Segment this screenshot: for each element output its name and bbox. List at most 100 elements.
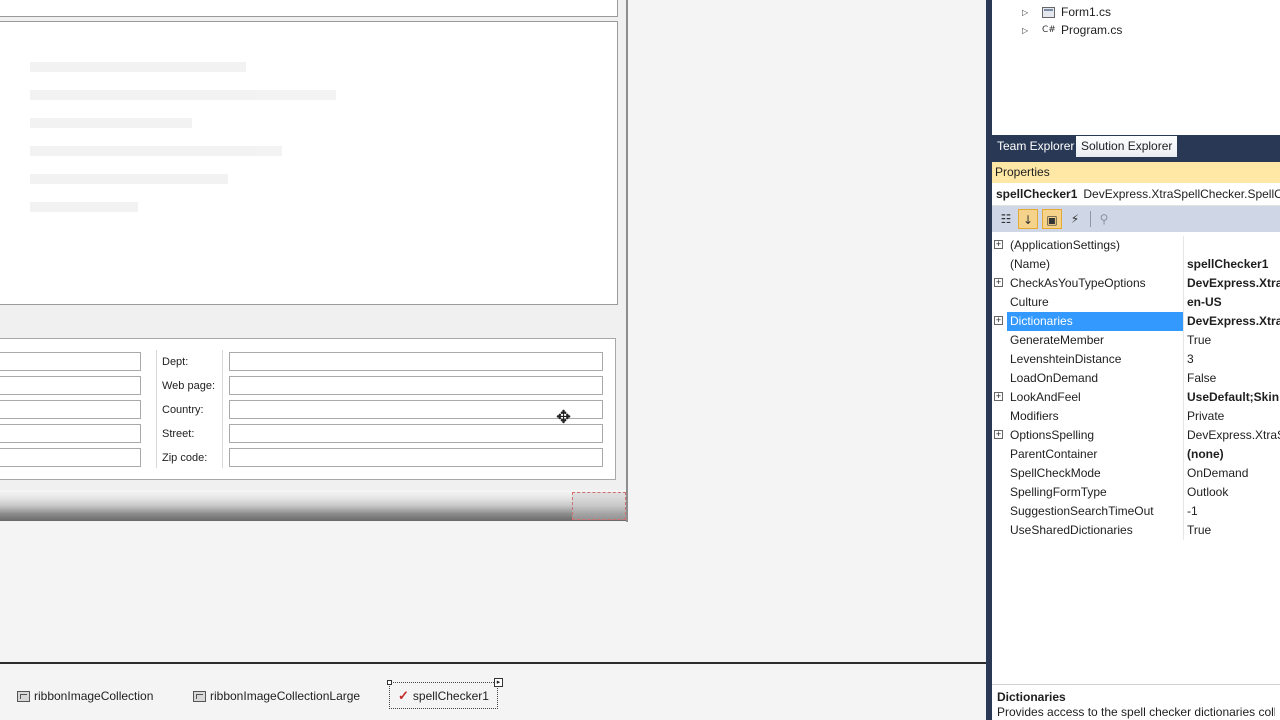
property-name: ParentContainer — [1010, 447, 1098, 461]
form-preview[interactable]: Dept: Web page: Country: Street: Zip cod… — [0, 0, 628, 522]
spell-checker-icon: ✓ — [398, 687, 409, 703]
property-row[interactable]: LoadOnDemand False — [992, 369, 1280, 388]
tab-team-explorer[interactable]: Team Explorer — [992, 136, 1079, 157]
property-name: GenerateMember — [1010, 333, 1105, 347]
property-value[interactable]: DevExpress.XtraSpellChecker — [1187, 312, 1280, 331]
street-input[interactable] — [229, 424, 603, 443]
property-name: UseSharedDictionaries — [1010, 523, 1133, 537]
property-value[interactable]: (none) — [1187, 445, 1280, 464]
property-name: LookAndFeel — [1010, 390, 1081, 404]
zip-code-input[interactable] — [229, 448, 603, 467]
property-row[interactable]: + OptionsSpelling DevExpress.XtraSpellChec… — [992, 426, 1280, 445]
expand-plus-icon[interactable]: + — [994, 392, 1003, 401]
solution-explorer-tree[interactable]: ▷ Form1.cs ▷ C# Program.cs — [992, 0, 1280, 135]
property-row[interactable]: + CheckAsYouTypeOptions DevExpress.XtraSpe… — [992, 274, 1280, 293]
property-row[interactable]: LevenshteinDistance 3 — [992, 350, 1280, 369]
dept-label: Dept: — [162, 356, 189, 368]
property-value[interactable]: en-US — [1187, 293, 1280, 312]
smart-tag-icon[interactable]: ▸ — [493, 678, 503, 687]
column-separator — [156, 350, 157, 468]
property-name: Culture — [1010, 295, 1049, 309]
object-selector[interactable]: spellChecker1 DevExpress.XtraSpellChecker… — [992, 183, 1280, 206]
tree-node-label: Program.cs — [1061, 23, 1123, 37]
web-page-input[interactable] — [229, 376, 603, 395]
document-area[interactable] — [0, 21, 618, 305]
property-row[interactable]: Culture en-US — [992, 293, 1280, 312]
property-name: (ApplicationSettings) — [1010, 238, 1121, 252]
resize-grip[interactable] — [572, 492, 626, 520]
tray-item-label: ribbonImageCollection — [34, 689, 154, 703]
property-value[interactable]: Outlook — [1187, 483, 1280, 502]
contact-form-panel: Dept: Web page: Country: Street: Zip cod… — [0, 338, 616, 480]
object-name: spellChecker1 — [996, 187, 1078, 201]
property-pages-icon[interactable]: ⚲ — [1094, 209, 1114, 229]
property-name: LevenshteinDistance — [1010, 352, 1122, 366]
property-row[interactable]: GenerateMember True — [992, 331, 1280, 350]
properties-window: Properties spellChecker1 DevExpress.XtraS… — [992, 162, 1280, 720]
move-cursor-icon: ✥ — [556, 407, 572, 427]
property-value[interactable]: UseDefault;Skin: — [1187, 388, 1280, 407]
properties-icon[interactable]: ▣ — [1042, 209, 1062, 229]
form-status-bar — [0, 490, 626, 521]
property-value[interactable]: DevExpress.XtraSpellChecker — [1187, 274, 1280, 293]
property-value[interactable]: -1 — [1187, 502, 1280, 521]
tray-item-label: ribbonImageCollectionLarge — [210, 689, 361, 703]
dept-input[interactable] — [229, 352, 603, 371]
property-row[interactable]: + DictionariesDevExpress.XtraSpellChecker — [992, 312, 1280, 331]
property-value[interactable]: False — [1187, 369, 1280, 388]
tree-node-label: Form1.cs — [1061, 5, 1112, 19]
expand-plus-icon[interactable]: + — [994, 430, 1003, 439]
expand-plus-icon[interactable]: + — [994, 316, 1003, 325]
property-value[interactable]: True — [1187, 331, 1280, 350]
tray-ribbon-image-collection-large[interactable]: ribbonImageCollectionLarge — [193, 686, 360, 706]
left-input-4[interactable] — [0, 424, 141, 443]
form-file-icon — [1042, 6, 1055, 18]
property-value[interactable]: OnDemand — [1187, 464, 1280, 483]
property-value[interactable]: True — [1187, 521, 1280, 540]
image-collection-icon — [193, 690, 206, 702]
property-name: SuggestionSearchTimeOut — [1010, 504, 1154, 518]
events-icon[interactable]: ⚡ — [1065, 209, 1085, 229]
property-value[interactable]: DevExpress.XtraSpellChecker — [1187, 426, 1280, 445]
property-row[interactable]: (Name) spellChecker1 — [992, 255, 1280, 274]
tree-node-program[interactable]: ▷ C# Program.cs — [1022, 23, 1122, 37]
tray-ribbon-image-collection[interactable]: ribbonImageCollection — [17, 686, 153, 706]
csharp-file-icon: C# — [1042, 25, 1056, 35]
property-row[interactable]: SuggestionSearchTimeOut -1 — [992, 502, 1280, 521]
property-name: SpellCheckMode — [1010, 466, 1101, 480]
property-row[interactable]: SpellingFormType Outlook — [992, 483, 1280, 502]
property-row[interactable]: + LookAndFeel UseDefault;Skin: — [992, 388, 1280, 407]
property-row[interactable]: ParentContainer (none) — [992, 445, 1280, 464]
property-row[interactable]: Modifiers Private — [992, 407, 1280, 426]
property-value[interactable]: spellChecker1 — [1187, 255, 1280, 274]
left-input-2[interactable] — [0, 376, 141, 395]
left-input-5[interactable] — [0, 448, 141, 467]
description-title: Dictionaries — [997, 690, 1066, 704]
expand-arrow-icon[interactable]: ▷ — [1022, 26, 1032, 35]
form-top-panel — [0, 0, 618, 17]
expand-plus-icon[interactable]: + — [994, 240, 1003, 249]
expand-arrow-icon[interactable]: ▷ — [1022, 8, 1032, 17]
tool-window-area: ▷ Form1.cs ▷ C# Program.cs Team Explorer… — [986, 0, 1280, 720]
property-row[interactable]: + (ApplicationSettings) — [992, 236, 1280, 255]
form-designer[interactable]: Dept: Web page: Country: Street: Zip cod… — [0, 0, 986, 664]
property-value[interactable]: 3 — [1187, 350, 1280, 369]
property-name: SpellingFormType — [1010, 485, 1107, 499]
left-input-3[interactable] — [0, 400, 141, 419]
categorized-icon[interactable]: ☷ — [996, 209, 1016, 229]
selection-handle[interactable] — [387, 680, 392, 685]
left-input-1[interactable] — [0, 352, 141, 371]
property-row[interactable]: UseSharedDictionaries True — [992, 521, 1280, 540]
property-value[interactable]: Private — [1187, 407, 1280, 426]
country-input[interactable] — [229, 400, 603, 419]
toolbar-separator — [1090, 211, 1091, 227]
property-name: Dictionaries — [1007, 312, 1183, 331]
tab-solution-explorer[interactable]: Solution Explorer — [1076, 136, 1178, 157]
expand-plus-icon[interactable]: + — [994, 278, 1003, 287]
property-name: Modifiers — [1010, 409, 1059, 423]
property-row[interactable]: SpellCheckMode OnDemand — [992, 464, 1280, 483]
alphabetical-icon[interactable]: ↓ — [1018, 209, 1038, 229]
tray-spell-checker[interactable]: ▸ ✓ spellChecker1 — [387, 678, 503, 709]
country-label: Country: — [162, 404, 204, 416]
tree-node-form1[interactable]: ▷ Form1.cs — [1022, 5, 1111, 19]
